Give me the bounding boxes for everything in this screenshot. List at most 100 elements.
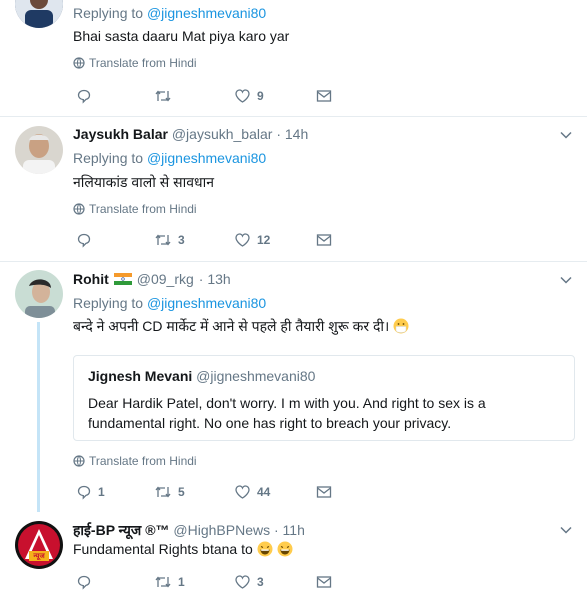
mention-link[interactable]: @jigneshmevani80 (147, 5, 266, 21)
tweet-actions: 1 3 (76, 572, 376, 592)
timestamp[interactable]: · 13h (199, 271, 231, 287)
reply-button[interactable] (76, 230, 92, 250)
user-handle[interactable]: @jaysukh_balar (172, 126, 273, 142)
message-button[interactable] (316, 230, 332, 250)
reply-icon (77, 233, 91, 248)
translate-label: Translate from Hindi (89, 56, 197, 70)
avatar[interactable]: न्यूज (15, 521, 63, 569)
avatar-caption: न्यूज (33, 553, 45, 560)
translate-label: Translate from Hindi (89, 202, 197, 216)
tweet-text-content: बन्दे ने अपनी CD मार्केट में आने से पहले… (73, 318, 390, 334)
tweet-2[interactable]: Jaysukh Balar @jaysukh_balar · 14h Reply… (0, 117, 587, 262)
replying-to: Replying to @jigneshmevani80 (73, 295, 266, 311)
like-count: 9 (257, 89, 264, 103)
display-name[interactable]: हाई-BP न्यूज ®™ (73, 522, 170, 538)
heart-icon (235, 485, 250, 499)
globe-icon (73, 455, 85, 467)
like-button[interactable]: 12 (234, 230, 270, 250)
retweet-icon (155, 234, 171, 246)
tweet-header: Jaysukh Balar @jaysukh_balar · 14h (73, 126, 308, 142)
heart-icon (235, 575, 250, 589)
reply-button[interactable] (76, 86, 92, 106)
reply-icon (77, 485, 91, 500)
retweet-button[interactable]: 1 (154, 572, 185, 592)
grin-emoji-icon (257, 541, 273, 557)
globe-icon (73, 57, 85, 69)
tweet-actions: 9 (76, 86, 376, 106)
tweet-actions: 1 5 44 (76, 482, 376, 502)
quoted-user-handle: @jigneshmevani80 (196, 368, 316, 384)
thread-line (37, 322, 40, 512)
grin-emoji-icon (277, 541, 293, 557)
retweet-button[interactable] (154, 86, 172, 106)
tweet-text: Bhai sasta daaru Mat piya karo yar (73, 28, 290, 44)
display-name[interactable]: Jaysukh Balar (73, 126, 168, 142)
mask-emoji-icon (393, 318, 409, 334)
avatar[interactable] (15, 0, 63, 28)
replying-to: Replying to @jigneshmevani80 (73, 5, 266, 21)
message-button[interactable] (316, 572, 332, 592)
like-count: 3 (257, 575, 264, 589)
quoted-tweet-text: Dear Hardik Patel, don't worry. I m with… (88, 395, 486, 431)
quoted-display-name: Jignesh Mevani (88, 368, 193, 384)
tweet-text: Fundamental Rights btana to (73, 541, 293, 557)
like-button[interactable]: 44 (234, 482, 270, 502)
tweet-header: हाई-BP न्यूज ®™ @HighBPNews · 11h (73, 521, 305, 540)
chevron-down-icon[interactable] (559, 273, 573, 287)
retweet-icon (155, 576, 171, 588)
quoted-tweet[interactable]: Jignesh Mevani @jigneshmevani80 Dear Har… (73, 355, 575, 441)
message-button[interactable] (316, 482, 332, 502)
retweet-count: 3 (178, 233, 185, 247)
india-flag-icon (113, 273, 132, 285)
tweet-text-content: Fundamental Rights btana to (73, 541, 253, 557)
chevron-down-icon[interactable] (559, 523, 573, 537)
replying-label: Replying to (73, 5, 144, 21)
chevron-down-icon[interactable] (559, 128, 573, 142)
translate-link[interactable]: Translate from Hindi (73, 454, 197, 468)
tweet-actions: 3 12 (76, 230, 376, 250)
retweet-icon (155, 486, 171, 498)
tweet-header: Rohit @09_rkg · 13h (73, 271, 231, 287)
replying-label: Replying to (73, 295, 144, 311)
user-handle[interactable]: @HighBPNews (173, 522, 270, 538)
translate-label: Translate from Hindi (89, 454, 197, 468)
heart-icon (235, 89, 250, 103)
tweet-text: नलियाकांड वालो से सावधान (73, 174, 215, 190)
envelope-icon (316, 486, 332, 498)
retweet-button[interactable]: 3 (154, 230, 185, 250)
retweet-count: 1 (178, 575, 185, 589)
reply-count: 1 (98, 485, 105, 499)
reply-button[interactable] (76, 572, 92, 592)
mention-link[interactable]: @jigneshmevani80 (147, 295, 266, 311)
envelope-icon (316, 576, 332, 588)
tweet-4[interactable]: न्यूज हाई-BP न्यूज ®™ @HighBPNews · 11h … (0, 512, 587, 605)
retweet-button[interactable]: 5 (154, 482, 185, 502)
envelope-icon (316, 90, 332, 102)
reply-button[interactable]: 1 (76, 482, 105, 502)
translate-link[interactable]: Translate from Hindi (73, 56, 197, 70)
envelope-icon (316, 234, 332, 246)
user-handle[interactable]: @09_rkg (137, 271, 194, 287)
heart-icon (235, 233, 250, 247)
translate-link[interactable]: Translate from Hindi (73, 202, 197, 216)
display-name[interactable]: Rohit (73, 271, 109, 287)
like-count: 12 (257, 233, 271, 247)
mention-link[interactable]: @jigneshmevani80 (147, 150, 266, 166)
globe-icon (73, 203, 85, 215)
quoted-tweet-header: Jignesh Mevani @jigneshmevani80 (88, 368, 315, 384)
replying-to: Replying to @jigneshmevani80 (73, 150, 266, 166)
reply-icon (77, 575, 91, 590)
tweet-text: बन्दे ने अपनी CD मार्केट में आने से पहले… (73, 317, 409, 336)
avatar[interactable] (15, 126, 63, 174)
timestamp[interactable]: · 14h (276, 126, 308, 142)
timestamp[interactable]: · 11h (274, 522, 305, 538)
reply-icon (77, 89, 91, 104)
avatar[interactable] (15, 270, 63, 318)
like-button[interactable]: 9 (234, 86, 264, 106)
tweet-1[interactable]: Replying to @jigneshmevani80 Bhai sasta … (0, 0, 587, 117)
retweet-count: 5 (178, 485, 185, 499)
message-button[interactable] (316, 86, 332, 106)
like-count: 44 (257, 485, 271, 499)
like-button[interactable]: 3 (234, 572, 264, 592)
tweet-3[interactable]: Rohit @09_rkg · 13h Replying to @jignesh… (0, 262, 587, 512)
